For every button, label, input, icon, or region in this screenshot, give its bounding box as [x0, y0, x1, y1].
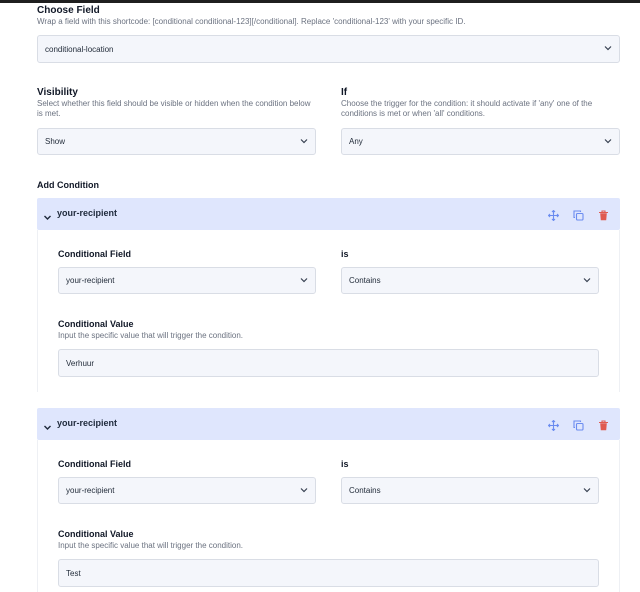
condition-title: your-recipient [57, 208, 118, 218]
add-condition-label: Add Condition [37, 180, 99, 190]
operator-select[interactable]: Contains [341, 267, 599, 294]
choose-field-label: Choose Field [37, 5, 100, 16]
chevron-down-icon [604, 44, 612, 52]
conditional-value-help: Input the specific value that will trigg… [58, 331, 243, 340]
chevron-down-icon [300, 486, 308, 494]
chevron-down-icon[interactable] [43, 419, 52, 430]
choose-field-select[interactable]: conditional-location [37, 35, 620, 63]
conditional-value-text: Verhuur [66, 358, 95, 368]
conditional-field-select[interactable]: your-recipient [58, 477, 316, 504]
operator-label: is [341, 459, 349, 469]
conditional-value-input[interactable]: Test [58, 559, 599, 587]
copy-icon[interactable] [573, 208, 584, 221]
if-help: Choose the trigger for the condition: it… [341, 99, 593, 118]
visibility-value: Show [45, 137, 66, 146]
conditional-field-label: Conditional Field [58, 249, 131, 259]
if-select[interactable]: Any [341, 128, 620, 155]
conditional-field-label: Conditional Field [58, 459, 131, 469]
conditional-value-help: Input the specific value that will trigg… [58, 541, 243, 550]
operator-label: is [341, 249, 349, 259]
conditional-value-label: Conditional Value [58, 319, 134, 329]
trash-icon[interactable] [598, 418, 609, 431]
trash-icon[interactable] [598, 208, 609, 221]
condition-header[interactable]: your-recipient [37, 408, 620, 440]
chevron-down-icon [583, 486, 591, 494]
move-icon[interactable] [547, 208, 560, 222]
copy-icon[interactable] [573, 418, 584, 431]
choose-field-help: Wrap a field with this shortcode: [condi… [37, 17, 466, 26]
condition-title: your-recipient [57, 418, 118, 428]
operator-select[interactable]: Contains [341, 477, 599, 504]
window-top-bar [0, 0, 640, 3]
move-icon[interactable] [547, 418, 560, 432]
if-value: Any [349, 137, 363, 146]
conditional-field-select[interactable]: your-recipient [58, 267, 316, 294]
operator-value: Contains [349, 486, 381, 495]
chevron-down-icon [300, 276, 308, 284]
chevron-down-icon [604, 137, 612, 145]
conditional-value-label: Conditional Value [58, 529, 134, 539]
visibility-select[interactable]: Show [37, 128, 316, 155]
chevron-down-icon[interactable] [43, 209, 52, 220]
conditional-value-input[interactable]: Verhuur [58, 349, 599, 377]
operator-value: Contains [349, 276, 381, 285]
visibility-help: Select whether this field should be visi… [37, 99, 311, 118]
conditional-value-text: Test [66, 568, 81, 578]
chevron-down-icon [300, 137, 308, 145]
conditional-field-value: your-recipient [66, 486, 115, 495]
conditional-field-value: your-recipient [66, 276, 115, 285]
choose-field-value: conditional-location [45, 44, 114, 54]
visibility-label: Visibility [37, 87, 78, 98]
if-label: If [341, 87, 348, 98]
condition-header[interactable]: your-recipient [37, 198, 620, 230]
chevron-down-icon [583, 276, 591, 284]
